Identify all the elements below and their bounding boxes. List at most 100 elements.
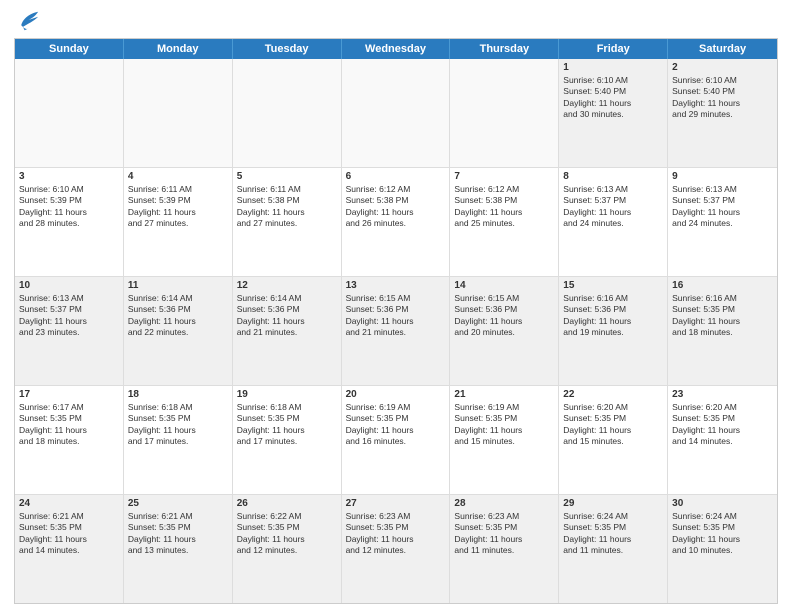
day-number: 4 [128,171,228,182]
cell-info: Sunrise: 6:15 AMSunset: 5:36 PMDaylight:… [346,293,446,339]
cell-info: Sunrise: 6:16 AMSunset: 5:36 PMDaylight:… [563,293,663,339]
cell-info: Sunrise: 6:14 AMSunset: 5:36 PMDaylight:… [128,293,228,339]
cell-info: Sunrise: 6:21 AMSunset: 5:35 PMDaylight:… [128,511,228,557]
header-day-tuesday: Tuesday [233,39,342,59]
calendar-cell: 11 Sunrise: 6:14 AMSunset: 5:36 PMDayligh… [124,277,233,385]
cell-info: Sunrise: 6:19 AMSunset: 5:35 PMDaylight:… [346,402,446,448]
day-number: 13 [346,280,446,291]
day-number: 21 [454,389,554,400]
cell-info: Sunrise: 6:20 AMSunset: 5:35 PMDaylight:… [563,402,663,448]
calendar-row-3: 17 Sunrise: 6:17 AMSunset: 5:35 PMDayligh… [15,385,777,494]
calendar-cell: 3Sunrise: 6:10 AMSunset: 5:39 PMDaylight… [15,168,124,276]
calendar-cell: 14Sunrise: 6:15 AMSunset: 5:36 PMDayligh… [450,277,559,385]
cell-info: Sunrise: 6:10 AMSunset: 5:40 PMDaylight:… [672,75,773,121]
calendar-cell: 1 Sunrise: 6:10 AMSunset: 5:40 PMDaylight… [559,59,668,167]
day-number: 19 [237,389,337,400]
calendar-cell [15,59,124,167]
calendar-cell: 10 Sunrise: 6:13 AMSunset: 5:37 PMDayligh… [15,277,124,385]
calendar-cell: 27 Sunrise: 6:23 AMSunset: 5:35 PMDayligh… [342,495,451,603]
day-number: 7 [454,171,554,182]
calendar-cell: 24 Sunrise: 6:21 AMSunset: 5:35 PMDayligh… [15,495,124,603]
day-number: 29 [563,498,663,509]
cell-info: Sunrise: 6:18 AMSunset: 5:35 PMDaylight:… [128,402,228,448]
header-day-wednesday: Wednesday [342,39,451,59]
cell-info: Sunrise: 6:22 AMSunset: 5:35 PMDaylight:… [237,511,337,557]
calendar-cell: 20 Sunrise: 6:19 AMSunset: 5:35 PMDayligh… [342,386,451,494]
calendar-row-1: 3Sunrise: 6:10 AMSunset: 5:39 PMDaylight… [15,167,777,276]
day-number: 25 [128,498,228,509]
day-number: 15 [563,280,663,291]
day-number: 12 [237,280,337,291]
day-number: 5 [237,171,337,182]
cell-info: Sunrise: 6:12 AMSunset: 5:38 PMDaylight:… [346,184,446,230]
calendar: SundayMondayTuesdayWednesdayThursdayFrid… [14,38,778,604]
calendar-cell: 2 Sunrise: 6:10 AMSunset: 5:40 PMDaylight… [668,59,777,167]
calendar-cell: 6 Sunrise: 6:12 AMSunset: 5:38 PMDaylight… [342,168,451,276]
cell-info: Sunrise: 6:23 AMSunset: 5:35 PMDaylight:… [346,511,446,557]
calendar-cell: 9 Sunrise: 6:13 AMSunset: 5:37 PMDaylight… [668,168,777,276]
header-day-friday: Friday [559,39,668,59]
cell-info: Sunrise: 6:13 AMSunset: 5:37 PMDaylight:… [19,293,119,339]
calendar-row-4: 24 Sunrise: 6:21 AMSunset: 5:35 PMDayligh… [15,494,777,603]
calendar-cell: 12 Sunrise: 6:14 AMSunset: 5:36 PMDayligh… [233,277,342,385]
day-number: 10 [19,280,119,291]
cell-info: Sunrise: 6:24 AMSunset: 5:35 PMDaylight:… [563,511,663,557]
cell-info: Sunrise: 6:13 AMSunset: 5:37 PMDaylight:… [672,184,773,230]
cell-info: Sunrise: 6:13 AMSunset: 5:37 PMDaylight:… [563,184,663,230]
header-day-thursday: Thursday [450,39,559,59]
day-number: 26 [237,498,337,509]
day-number: 24 [19,498,119,509]
day-number: 14 [454,280,554,291]
cell-info: Sunrise: 6:11 AMSunset: 5:39 PMDaylight:… [128,184,228,230]
page: SundayMondayTuesdayWednesdayThursdayFrid… [0,0,792,612]
calendar-cell: 16 Sunrise: 6:16 AMSunset: 5:35 PMDayligh… [668,277,777,385]
day-number: 23 [672,389,773,400]
calendar-cell: 5 Sunrise: 6:11 AMSunset: 5:38 PMDaylight… [233,168,342,276]
day-number: 11 [128,280,228,291]
calendar-cell: 28 Sunrise: 6:23 AMSunset: 5:35 PMDayligh… [450,495,559,603]
header-day-saturday: Saturday [668,39,777,59]
cell-info: Sunrise: 6:10 AMSunset: 5:40 PMDaylight:… [563,75,663,121]
day-number: 3 [19,171,119,182]
day-number: 30 [672,498,773,509]
calendar-cell: 7 Sunrise: 6:12 AMSunset: 5:38 PMDaylight… [450,168,559,276]
cell-info: Sunrise: 6:14 AMSunset: 5:36 PMDaylight:… [237,293,337,339]
calendar-cell: 22Sunrise: 6:20 AMSunset: 5:35 PMDayligh… [559,386,668,494]
calendar-row-2: 10 Sunrise: 6:13 AMSunset: 5:37 PMDayligh… [15,276,777,385]
calendar-cell: 8Sunrise: 6:13 AMSunset: 5:37 PMDaylight… [559,168,668,276]
day-number: 28 [454,498,554,509]
day-number: 16 [672,280,773,291]
calendar-cell [450,59,559,167]
cell-info: Sunrise: 6:16 AMSunset: 5:35 PMDaylight:… [672,293,773,339]
header-day-monday: Monday [124,39,233,59]
calendar-cell: 26 Sunrise: 6:22 AMSunset: 5:35 PMDayligh… [233,495,342,603]
calendar-cell: 4 Sunrise: 6:11 AMSunset: 5:39 PMDaylight… [124,168,233,276]
day-number: 6 [346,171,446,182]
day-number: 27 [346,498,446,509]
day-number: 17 [19,389,119,400]
day-number: 9 [672,171,773,182]
cell-info: Sunrise: 6:11 AMSunset: 5:38 PMDaylight:… [237,184,337,230]
cell-info: Sunrise: 6:18 AMSunset: 5:35 PMDaylight:… [237,402,337,448]
day-number: 20 [346,389,446,400]
logo-icon [14,10,42,32]
cell-info: Sunrise: 6:23 AMSunset: 5:35 PMDaylight:… [454,511,554,557]
calendar-cell: 18 Sunrise: 6:18 AMSunset: 5:35 PMDayligh… [124,386,233,494]
cell-info: Sunrise: 6:17 AMSunset: 5:35 PMDaylight:… [19,402,119,448]
cell-info: Sunrise: 6:12 AMSunset: 5:38 PMDaylight:… [454,184,554,230]
calendar-row-0: 1 Sunrise: 6:10 AMSunset: 5:40 PMDaylight… [15,59,777,167]
day-number: 2 [672,62,773,73]
header [14,10,778,32]
calendar-cell [342,59,451,167]
day-number: 1 [563,62,663,73]
calendar-cell: 30Sunrise: 6:24 AMSunset: 5:35 PMDayligh… [668,495,777,603]
calendar-cell: 29 Sunrise: 6:24 AMSunset: 5:35 PMDayligh… [559,495,668,603]
calendar-body: 1 Sunrise: 6:10 AMSunset: 5:40 PMDaylight… [15,59,777,603]
calendar-cell [233,59,342,167]
calendar-cell: 21Sunrise: 6:19 AMSunset: 5:35 PMDayligh… [450,386,559,494]
calendar-cell: 23Sunrise: 6:20 AMSunset: 5:35 PMDayligh… [668,386,777,494]
calendar-cell [124,59,233,167]
calendar-header: SundayMondayTuesdayWednesdayThursdayFrid… [15,39,777,59]
day-number: 18 [128,389,228,400]
cell-info: Sunrise: 6:21 AMSunset: 5:35 PMDaylight:… [19,511,119,557]
